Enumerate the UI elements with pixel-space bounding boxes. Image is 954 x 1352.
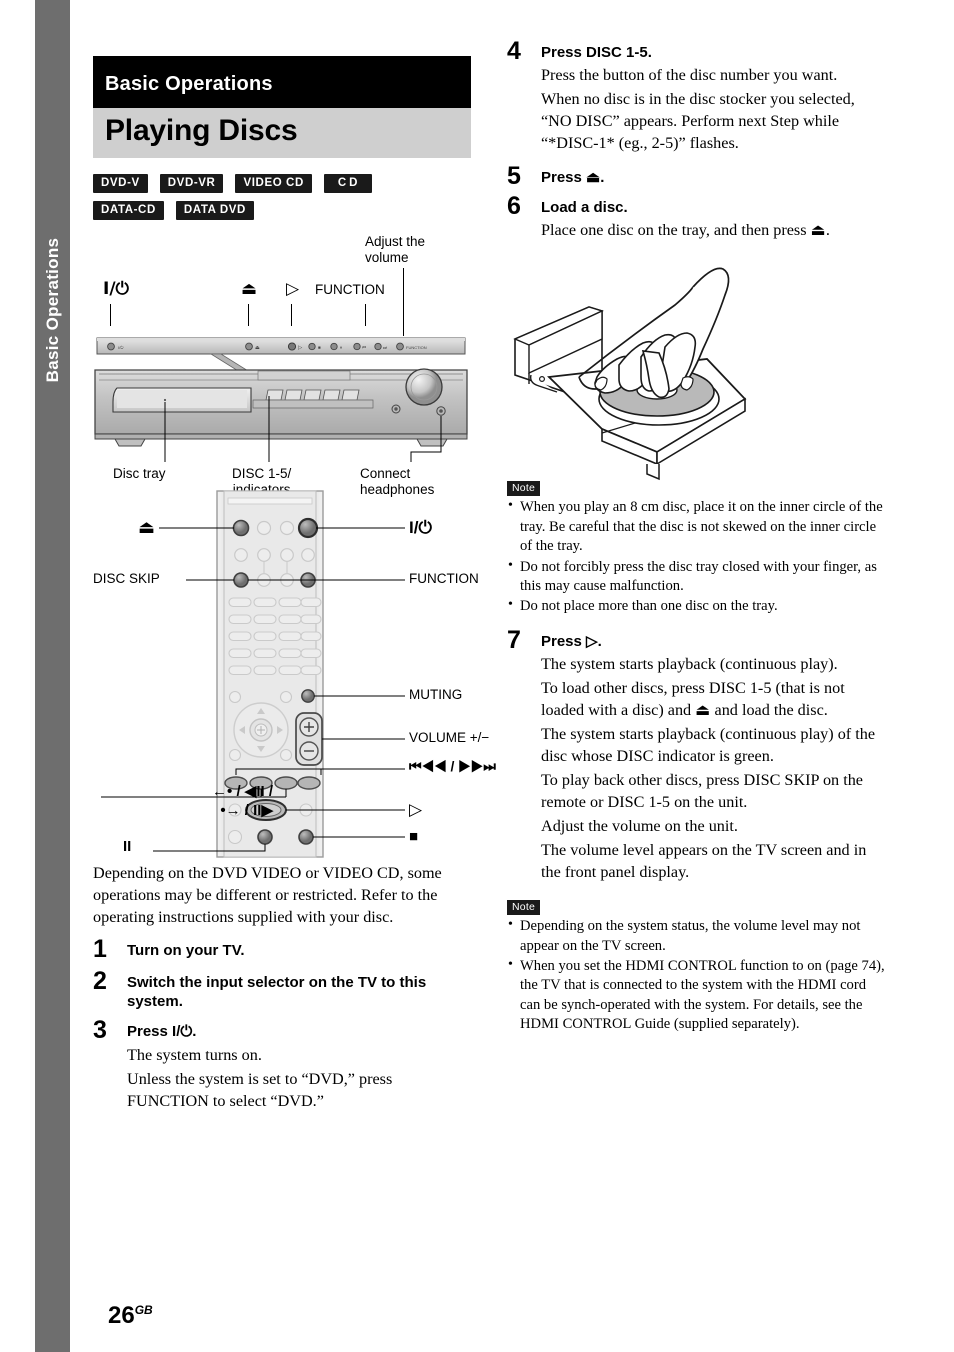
step-5: 5 Press ⏏.	[507, 162, 887, 191]
note-volume-item: When you set the HDMI CONTROL function t…	[507, 956, 887, 1035]
note-volume-tag: Note	[507, 900, 540, 916]
remote-figure: ⏏ DISC SKIP ←• / ◀II / •→ / II▶ II I/⏻ F…	[93, 485, 496, 860]
step-3-para-1: The system turns on.	[127, 1045, 262, 1064]
step-6-para-1: Place one disc on the tray, and then pre…	[541, 221, 830, 240]
step-7-para-2: To load other discs, press DISC 1-5 (tha…	[541, 678, 845, 719]
badge-cd: CD	[323, 174, 372, 194]
note-volume-list: Depending on the system status, the volu…	[507, 916, 887, 1035]
step-3-heading: Press I/⏻.	[127, 1023, 197, 1041]
label-eject-front: ⏏	[241, 279, 258, 300]
front-panel-illustration: I/⏻ ⏏ ▷ ■ ⏸ ⏮ ⏭ FUNCTION	[94, 337, 468, 463]
callout-adjust-volume: Adjust the volume	[365, 234, 426, 265]
remote-label-play: ▷	[409, 800, 423, 820]
right-column: 4 Press DISC 1-5. Press the button of th…	[507, 0, 887, 1352]
side-tab: Basic Operations	[35, 0, 70, 1352]
step-4-para-1: Press the button of the disc number you …	[541, 66, 838, 85]
remote-label-eject: ⏏	[138, 517, 156, 538]
remote-label-pause: II	[123, 838, 132, 856]
svg-text:⏏: ⏏	[255, 345, 260, 351]
leader-line-function	[365, 304, 366, 327]
step-2-heading: Switch the input selector on the TV to t…	[127, 973, 427, 1011]
remote-label-power: I/⏻	[409, 518, 432, 538]
label-disc-tray: Disc tray	[113, 466, 166, 482]
remote-label-volume: VOLUME +/−	[409, 730, 490, 746]
intro-paragraph: Depending on the DVD VIDEO or VIDEO CD, …	[93, 864, 442, 927]
page-number: 26GB	[108, 1302, 153, 1329]
note-tray-list: When you play an 8 cm disc, place it on …	[507, 497, 887, 616]
left-column: Basic Operations Playing Discs DVD-V DVD…	[93, 0, 496, 1352]
step-5-number: 5	[507, 162, 521, 191]
label-play-front: ▷	[286, 279, 300, 300]
disc-loading-figure	[507, 247, 887, 482]
note-tray-tag: Note	[507, 481, 540, 497]
svg-text:FUNCTION: FUNCTION	[406, 345, 427, 350]
svg-text:⏮: ⏮	[362, 345, 366, 350]
note-tray-item: Do not forcibly press the disc tray clos…	[507, 557, 887, 597]
step-3-number: 3	[93, 1016, 107, 1045]
step-5-heading: Press ⏏.	[541, 169, 605, 187]
step-4: 4 Press DISC 1-5. Press the button of th…	[507, 37, 887, 154]
note-volume: Note Depending on the system status, the…	[507, 897, 887, 1034]
step-7-heading: Press ▷.	[541, 632, 602, 650]
leader-line-eject	[248, 304, 249, 327]
page-title: Playing Discs	[93, 108, 471, 158]
step-7-para-1: The system starts playback (continuous p…	[541, 654, 838, 673]
remote-label-skip: ⏮◀◀ / ▶▶⏭	[409, 758, 496, 775]
step-4-heading: Press DISC 1-5.	[541, 44, 652, 61]
note-tray-item: Do not place more than one disc on the t…	[507, 596, 887, 616]
remote-label-disc-skip: DISC SKIP	[93, 571, 160, 587]
disc-loading-illustration	[513, 267, 747, 481]
step-1: 1 Turn on your TV.	[93, 935, 471, 964]
step-7-para-4: To play back other discs, press DISC SKI…	[541, 771, 863, 812]
badge-data-dvd: DATA DVD	[175, 201, 254, 221]
step-7-para-6: The volume level appears on the TV scree…	[541, 841, 867, 882]
leader-line-power	[110, 304, 111, 327]
step-4-para-2: When no disc is in the disc stocker you …	[541, 90, 855, 153]
side-tab-label: Basic Operations	[42, 237, 62, 383]
step-6-heading: Load a disc.	[541, 199, 628, 217]
left-text-block: Depending on the DVD VIDEO or VIDEO CD, …	[93, 862, 471, 1112]
label-function-front: FUNCTION	[315, 282, 385, 298]
label-power-front: I/⏻	[103, 279, 129, 300]
step-2: 2 Switch the input selector on the TV to…	[93, 966, 471, 1011]
step-4-number: 4	[507, 37, 521, 65]
remote-label-function: FUNCTION	[409, 571, 479, 587]
svg-text:I/⏻: I/⏻	[118, 345, 124, 350]
leader-line-play	[291, 304, 292, 327]
step-7-number: 7	[507, 625, 521, 654]
step-3-para-2: Unless the system is set to “DVD,” press…	[127, 1069, 393, 1110]
step-7: 7 Press ▷. The system starts playback (c…	[507, 625, 887, 884]
svg-text:■: ■	[318, 345, 321, 350]
note-volume-item: Depending on the system status, the volu…	[507, 916, 887, 956]
step-3: 3 Press I/⏻. The system turns on. Unless…	[93, 1016, 471, 1111]
step-6: 6 Load a disc. Place one disc on the tra…	[507, 192, 887, 241]
note-tray-item: When you play an 8 cm disc, place it on …	[507, 497, 887, 556]
badge-dvd-v: DVD-V	[93, 174, 148, 194]
badge-video-cd: VIDEO CD	[235, 174, 312, 194]
svg-text:⏭: ⏭	[383, 345, 387, 350]
badge-data-cd: DATA-CD	[93, 201, 164, 221]
step-7-para-3: The system starts playback (continuous p…	[541, 725, 876, 766]
svg-text:⏸: ⏸	[340, 345, 342, 350]
step-7-para-5: Adjust the volume on the unit.	[541, 817, 738, 836]
step-2-number: 2	[93, 966, 107, 995]
remote-label-muting: MUTING	[409, 687, 463, 703]
manual-page: Basic Operations Basic Operations Playin…	[0, 0, 954, 1352]
step-6-number: 6	[507, 192, 521, 221]
front-panel-figure: Adjust the volume I/⏻ ⏏ ▷ FUNCTION I/⏻ ⏏…	[93, 234, 471, 497]
remote-label-stop: ■	[409, 828, 419, 846]
chapter-bar: Basic Operations	[93, 56, 471, 108]
remote-label-scan: ←• / ◀II / •→ / II▶	[212, 783, 273, 819]
note-tray: Note When you play an 8 cm disc, place i…	[507, 478, 887, 616]
disc-format-badges: DVD-V DVD-VR VIDEO CD CD DATA-CD DATA DV…	[93, 174, 453, 221]
badge-dvd-vr: DVD-VR	[159, 174, 224, 194]
step-1-heading: Turn on your TV.	[127, 942, 245, 960]
step-1-number: 1	[93, 935, 107, 964]
